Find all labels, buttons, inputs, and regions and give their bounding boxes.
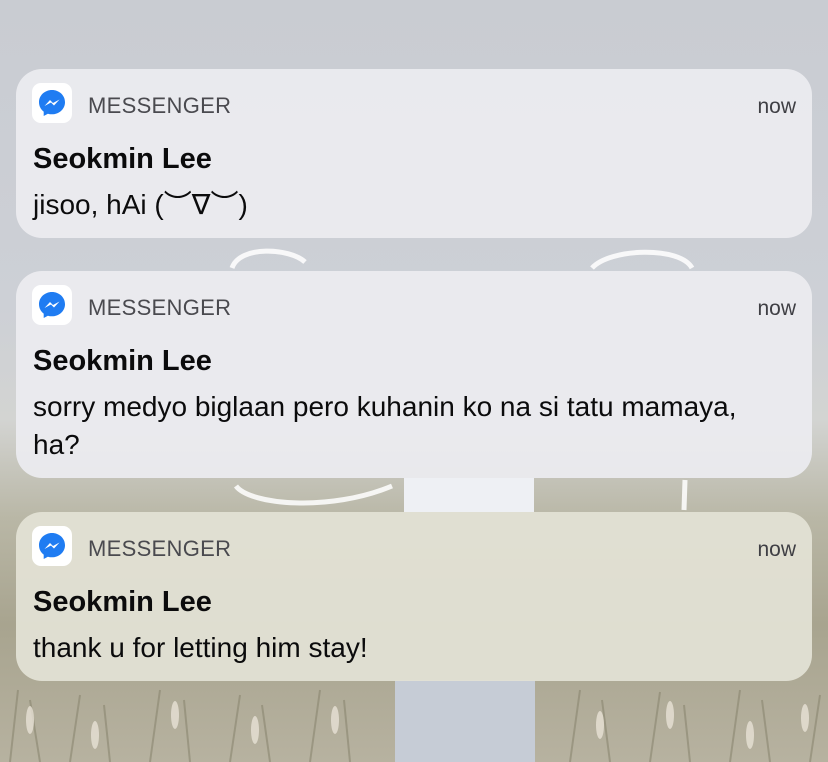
messenger-icon (32, 83, 72, 123)
notification-time: now (757, 95, 796, 118)
notification-time: now (757, 297, 796, 320)
message-preview: thank u for letting him stay! (33, 632, 368, 663)
messenger-icon (32, 526, 72, 566)
sender-name: Seokmin Lee (33, 143, 212, 175)
sender-name: Seokmin Lee (33, 586, 212, 618)
message-preview: sorry medyo biglaan pero kuhanin ko na s… (33, 391, 737, 460)
messenger-icon (32, 285, 72, 325)
app-name: MESSENGER (88, 295, 232, 320)
notification-card[interactable]: MESSENGER now Seokmin Lee sorry medyo bi… (16, 271, 812, 478)
app-name: MESSENGER (88, 93, 232, 118)
notification-time: now (757, 538, 796, 561)
notification-card[interactable]: MESSENGER now Seokmin Lee thank u for le… (16, 512, 812, 681)
message-preview: jisoo, hAi (︶∇︶) (33, 189, 248, 220)
notification-card[interactable]: MESSENGER now Seokmin Lee jisoo, hAi (︶∇… (16, 69, 812, 238)
app-name: MESSENGER (88, 536, 232, 561)
sender-name: Seokmin Lee (33, 345, 212, 377)
